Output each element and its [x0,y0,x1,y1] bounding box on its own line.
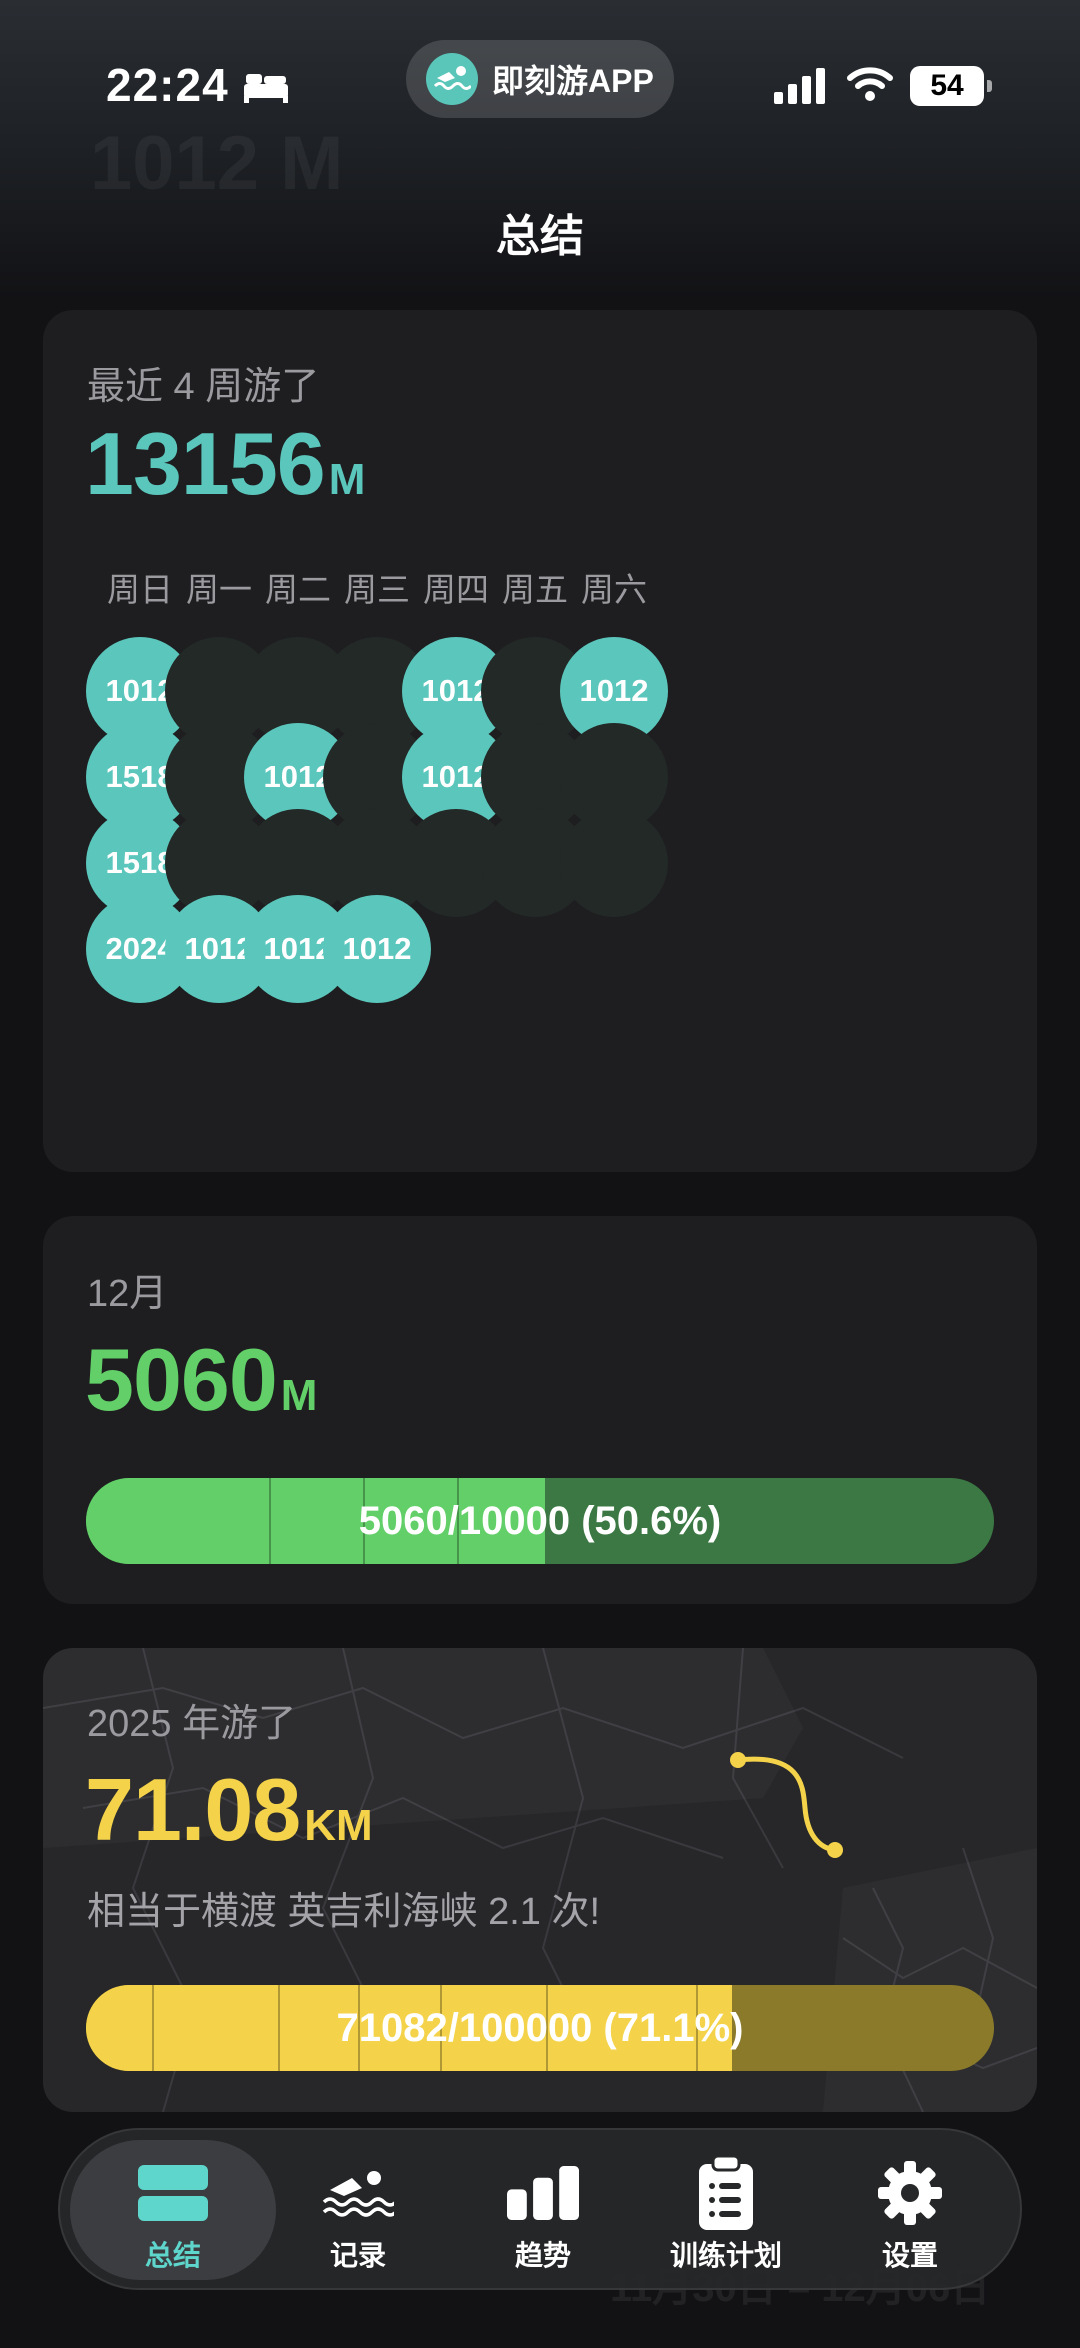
swimmer-icon [322,2160,394,2226]
clipboard-icon [690,2156,762,2230]
weekday-label: 周六 [581,571,647,608]
gear-icon [874,2160,946,2226]
year-total: 71.08KM [85,1766,373,1854]
weekly-summary-card[interactable]: 最近 4 周游了 13156M 周日 周一 周二 周三 周四 周五 周六 1012 1012 1… [43,310,1037,1172]
tab-training-plan[interactable]: 训练计划 [636,2130,816,2292]
tab-records-label: 记录 [329,2240,386,2271]
tab-settings-label: 设置 [881,2240,938,2271]
month-total-unit: M [280,1371,318,1420]
yearly-summary-card[interactable]: 2025 年游了 71.08KM 相当于横渡 英吉利海峡 2.1 次! 7108… [43,1648,1037,2112]
status-time: 22:24 [106,59,229,111]
weekly-total-value: 13156 [85,414,326,513]
bed-icon [244,74,288,103]
month-progress-text: 5060/10000 (50.6%) [358,1498,722,1543]
background-ghost: 1012 M [90,121,344,206]
month-progress-bar: 5060/10000 (50.6%) [86,1478,994,1564]
weekly-total: 13156M [85,420,365,508]
weekly-label: 最近 4 周游了 [87,366,320,408]
month-total: 5060M [85,1336,317,1424]
year-comparison-text: 相当于横渡 英吉利海峡 2.1 次! [87,1891,601,1933]
tab-records[interactable]: 记录 [268,2130,448,2292]
bottom-tab-bar: 总结 记录 趋势 训练计划 设置 [58,2128,1022,2290]
tab-settings[interactable]: 设置 [820,2130,1000,2292]
weekly-total-unit: M [328,455,366,504]
wifi-icon [847,67,893,101]
bar-chart-icon [507,2160,579,2226]
swim-logo-icon [426,53,478,105]
app-pill[interactable]: 即刻游APP [406,40,674,118]
year-total-value: 71.08 [85,1760,301,1859]
month-total-value: 5060 [85,1330,278,1429]
year-progress-text: 71082/100000 (71.1%) [336,2005,744,2050]
cellular-signal-icon [774,68,825,104]
year-label: 2025 年游了 [87,1703,297,1745]
summary-icon [137,2160,209,2226]
tab-trends-label: 趋势 [514,2240,571,2271]
tab-summary[interactable]: 总结 [83,2130,263,2292]
tab-trends[interactable]: 趋势 [453,2130,633,2292]
day-swim-circle[interactable]: 1012 [323,895,431,1003]
year-total-unit: KM [304,1801,373,1850]
app-name: 即刻游APP [492,63,654,99]
month-label: 12月 [87,1273,168,1315]
year-progress-bar: 71082/100000 (71.1%) [86,1985,994,2071]
tab-summary-label: 总结 [144,2240,201,2271]
page-title: 总结 [496,212,584,261]
monthly-summary-card[interactable]: 12月 5060M 5060/10000 (50.6%) [43,1216,1037,1604]
battery-indicator: 54 [910,66,992,106]
day-empty-circle[interactable] [560,809,668,917]
tab-training-plan-label: 训练计划 [669,2240,782,2271]
